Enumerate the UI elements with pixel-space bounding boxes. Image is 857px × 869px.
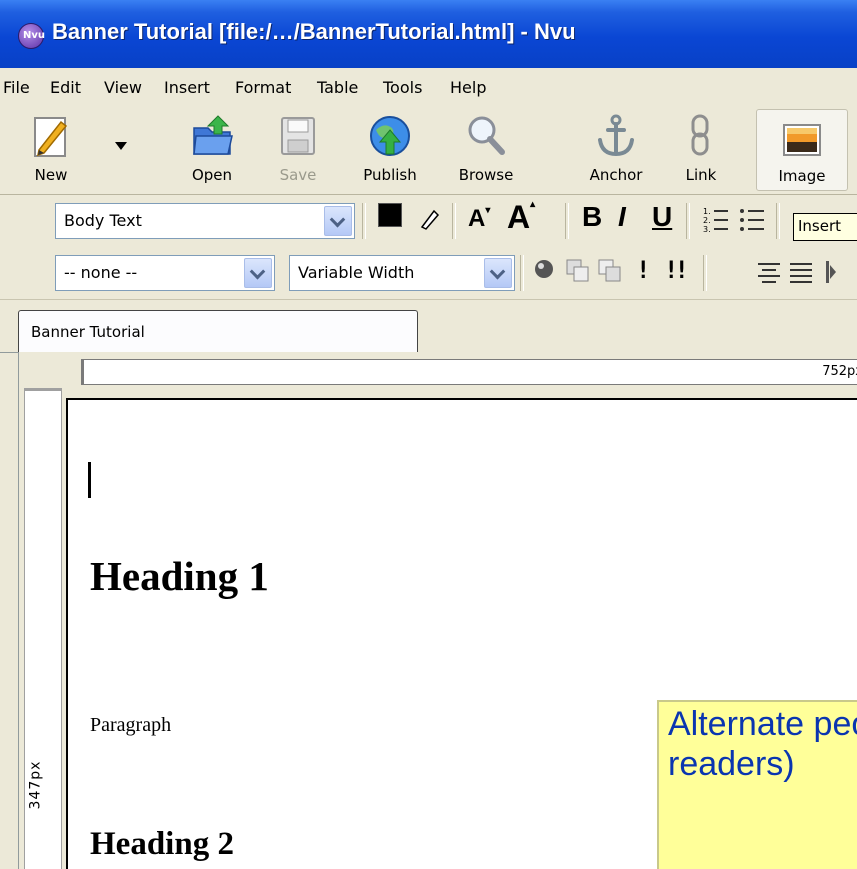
underline-button[interactable]: U bbox=[652, 201, 672, 233]
font-select-value: Variable Width bbox=[298, 263, 415, 282]
anchor-label: Anchor bbox=[589, 166, 643, 184]
menu-help[interactable]: Help bbox=[450, 78, 486, 97]
tooltip: Insert bbox=[793, 213, 857, 241]
menu-edit[interactable]: Edit bbox=[50, 78, 81, 97]
css-style-icon[interactable] bbox=[532, 257, 556, 281]
important-button[interactable]: ! bbox=[636, 256, 650, 284]
link-chain-icon bbox=[691, 114, 709, 156]
publish-globe-icon bbox=[370, 116, 410, 156]
image-label: Image bbox=[778, 167, 826, 185]
very-important-button[interactable]: !! bbox=[664, 256, 689, 284]
image-button[interactable]: Image bbox=[756, 109, 848, 191]
composition-toolbar: New Open Save Publish Browse Anchor Link… bbox=[0, 106, 857, 195]
tooltip-text: Insert bbox=[798, 217, 842, 235]
italic-button[interactable]: I bbox=[618, 201, 626, 233]
bulleted-list-icon[interactable] bbox=[738, 205, 766, 235]
font-size-larger-icon[interactable]: A▴ bbox=[507, 199, 535, 236]
tab-label: Banner Tutorial bbox=[31, 323, 145, 341]
toolbar-separator bbox=[565, 203, 569, 239]
save-label: Save bbox=[279, 166, 317, 184]
browse-button[interactable]: Browse bbox=[448, 106, 524, 194]
browse-label: Browse bbox=[458, 166, 514, 184]
document-heading-1[interactable]: Heading 1 bbox=[90, 552, 269, 600]
toolbar-separator bbox=[686, 203, 690, 239]
image-picture-icon bbox=[783, 124, 821, 156]
numbered-list-icon[interactable]: 1.2.3. bbox=[702, 205, 730, 235]
toolbar-separator bbox=[362, 203, 366, 239]
open-folder-icon bbox=[193, 115, 233, 155]
class-select[interactable]: -- none -- bbox=[55, 255, 275, 291]
save-button[interactable]: Save bbox=[266, 106, 330, 194]
text-caret bbox=[88, 462, 91, 498]
highlight-pencil-icon[interactable] bbox=[418, 207, 442, 231]
align-justify-icon[interactable] bbox=[788, 260, 814, 284]
link-label: Link bbox=[685, 166, 717, 184]
foreground-color-swatch bbox=[378, 203, 402, 227]
svg-text:1.: 1. bbox=[703, 207, 711, 216]
vertical-ruler: 347px bbox=[24, 388, 62, 869]
toolbar-separator bbox=[776, 203, 780, 239]
menu-table[interactable]: Table bbox=[317, 78, 358, 97]
font-select[interactable]: Variable Width bbox=[289, 255, 515, 291]
document-tab-strip: Banner Tutorial bbox=[0, 300, 857, 353]
tab-banner-tutorial[interactable]: Banner Tutorial bbox=[18, 310, 418, 353]
chevron-down-icon[interactable] bbox=[484, 258, 512, 288]
toolbar-separator bbox=[452, 203, 456, 239]
format-toolbar-2: -- none -- Variable Width ! !! bbox=[0, 247, 857, 300]
chevron-down-icon[interactable] bbox=[244, 258, 272, 288]
bold-button[interactable]: B bbox=[582, 201, 602, 233]
layer-position-icon[interactable] bbox=[596, 257, 624, 285]
document-paragraph[interactable]: Paragraph bbox=[90, 714, 171, 737]
text-color-button[interactable] bbox=[378, 203, 413, 238]
anchor-button[interactable]: Anchor bbox=[574, 106, 658, 194]
new-document-icon bbox=[34, 117, 68, 157]
menu-tools[interactable]: Tools bbox=[383, 78, 422, 97]
new-label: New bbox=[34, 166, 68, 184]
browse-magnifier-icon bbox=[468, 116, 505, 155]
dropdown-arrow-icon bbox=[115, 142, 127, 150]
save-disk-icon bbox=[281, 117, 315, 155]
new-button[interactable]: New bbox=[20, 106, 82, 194]
app-icon-text: Nvu bbox=[23, 30, 46, 41]
toolbar-separator bbox=[703, 255, 707, 291]
link-button[interactable]: Link bbox=[672, 106, 730, 194]
nvu-window: Nvu Banner Tutorial [file:/…/BannerTutor… bbox=[0, 0, 857, 869]
publish-button[interactable]: Publish bbox=[350, 106, 430, 194]
menu-format[interactable]: Format bbox=[235, 78, 291, 97]
open-label: Open bbox=[191, 166, 233, 184]
svg-text:3.: 3. bbox=[703, 225, 711, 234]
format-toolbar-1: Body Text A▾ A▴ B I U 1. 2. 3. bbox=[0, 195, 857, 248]
menu-file[interactable]: File bbox=[3, 78, 30, 97]
new-dropdown-button[interactable] bbox=[108, 106, 134, 194]
paragraph-format-select[interactable]: Body Text bbox=[55, 203, 355, 239]
vertical-ruler-height: 347px bbox=[27, 760, 44, 810]
callout-text: Alternate people u readers) bbox=[668, 705, 857, 783]
menu-insert[interactable]: Insert bbox=[164, 78, 210, 97]
svg-text:2.: 2. bbox=[703, 216, 711, 225]
menu-bar: File Edit View Insert Format Table Tools… bbox=[0, 68, 857, 107]
indent-icon[interactable] bbox=[820, 259, 840, 285]
open-button[interactable]: Open bbox=[172, 106, 252, 194]
paragraph-format-value: Body Text bbox=[64, 211, 142, 230]
title-bar[interactable]: Nvu Banner Tutorial [file:/…/BannerTutor… bbox=[0, 0, 857, 68]
toolbar-separator bbox=[520, 255, 524, 291]
horizontal-ruler-width: 752px bbox=[822, 364, 857, 379]
class-select-value: -- none -- bbox=[64, 263, 138, 282]
document-heading-2[interactable]: Heading 2 bbox=[90, 826, 234, 863]
publish-label: Publish bbox=[363, 166, 417, 184]
layer-icon[interactable] bbox=[564, 257, 592, 285]
font-size-smaller-icon[interactable]: A▾ bbox=[468, 205, 490, 233]
horizontal-ruler: 752px bbox=[81, 359, 857, 385]
nvu-app-icon[interactable]: Nvu bbox=[18, 23, 46, 49]
menu-view[interactable]: View bbox=[104, 78, 142, 97]
annotation-callout: Alternate people u readers) bbox=[657, 700, 857, 869]
chevron-down-icon[interactable] bbox=[324, 206, 352, 236]
align-center-icon[interactable] bbox=[756, 260, 782, 284]
window-title: Banner Tutorial [file:/…/BannerTutorial.… bbox=[52, 19, 576, 44]
anchor-icon bbox=[598, 114, 634, 157]
